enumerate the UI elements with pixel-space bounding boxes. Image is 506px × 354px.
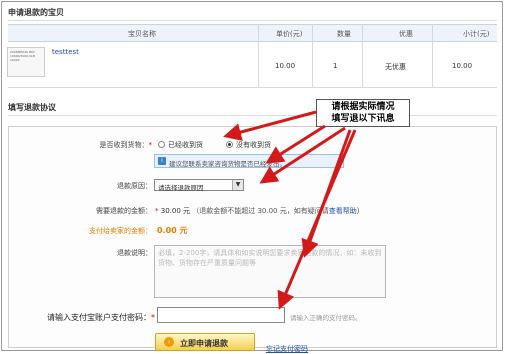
arrow-right-icon: › xyxy=(164,337,174,347)
radio-not-received[interactable] xyxy=(226,141,233,148)
col-discount: 优惠 xyxy=(399,30,413,38)
submit-refund-button[interactable]: › 立即申请退款 xyxy=(155,333,255,351)
table-header: 宝贝名称 单价(元) 数量 优惠 小计(元) xyxy=(8,24,497,42)
item-name-link[interactable]: testtest xyxy=(52,48,79,56)
item-qty: 1 xyxy=(333,62,338,70)
amount-note-end: ） xyxy=(356,207,364,215)
amount-note: （退款金额不能超过 30.00 元，如有疑问请 xyxy=(192,207,329,215)
item-subtotal: 10.00 xyxy=(452,62,473,70)
radio-received[interactable] xyxy=(158,141,165,148)
reason-select[interactable]: 请选择退款原因 ▼ xyxy=(154,179,244,192)
radio-received-label: 已经收到货 xyxy=(168,141,203,149)
notice-text: 建议您联系卖家咨询货物是否已经发出。 xyxy=(169,160,286,168)
info-icon: i xyxy=(158,157,166,165)
item-price: 10.00 xyxy=(275,62,296,70)
forgot-password-link[interactable]: 忘记支付密码 xyxy=(266,344,308,354)
col-subtotal: 小计(元) xyxy=(463,30,490,38)
notice-box: i 建议您联系卖家咨询货物是否已经发出。 xyxy=(154,154,344,168)
divider xyxy=(8,115,497,116)
received-label: 是否收到货物：* xyxy=(99,141,153,149)
item-thumbnail[interactable]: 2008MEILIN MIN 19600/3000-SLB 19000 xyxy=(7,47,45,77)
chevron-down-icon: ▼ xyxy=(232,180,243,190)
callout-line2: 填写退以下讯息 xyxy=(331,114,395,124)
reason-select-value: 请选择退款原因 xyxy=(158,184,204,192)
amount-line: * 30.00 元 （退款金额不能超过 30.00 元，如有疑问请查看帮助） xyxy=(155,207,364,215)
radio-not-received-label: 没有收到货 xyxy=(236,141,271,149)
section-title-items: 申请退款的宝贝 xyxy=(8,8,64,17)
item-discount: 无优惠 xyxy=(385,63,406,71)
submit-label: 立即申请退款 xyxy=(180,339,228,348)
desc-label: 退款说明： xyxy=(117,249,152,257)
reason-label: 退款原因： xyxy=(117,182,152,190)
callout-line1: 请根据实际情况 xyxy=(331,102,395,112)
refund-description-textarea[interactable]: 必填，2-200字，请具体和如实说明您要求卖家退款的情况，如：未收到货物、货物存… xyxy=(154,245,386,298)
divider xyxy=(8,20,497,21)
pay-value: 0.00 元 xyxy=(157,226,188,235)
help-link[interactable]: 查看帮助 xyxy=(329,207,357,215)
col-price: 单价(元) xyxy=(276,30,303,38)
table-row xyxy=(8,42,497,88)
pwd-label: 请输入支付宝账户支付密码：* xyxy=(47,313,155,322)
section-title-refund-form: 填写退款协议 xyxy=(8,103,56,112)
col-item-name: 宝贝名称 xyxy=(128,30,156,38)
pay-label: 支付给卖家的金额： xyxy=(89,227,152,235)
pwd-hint: 请输入正确的支付密码。 xyxy=(290,314,362,322)
password-input[interactable] xyxy=(157,307,285,323)
amount-value: 30.00 元 xyxy=(160,207,190,215)
annotation-callout: 请根据实际情况 填写退以下讯息 xyxy=(316,99,410,127)
amount-label: 需要退款的金额： xyxy=(96,207,152,215)
col-qty: 数量 xyxy=(337,30,351,38)
